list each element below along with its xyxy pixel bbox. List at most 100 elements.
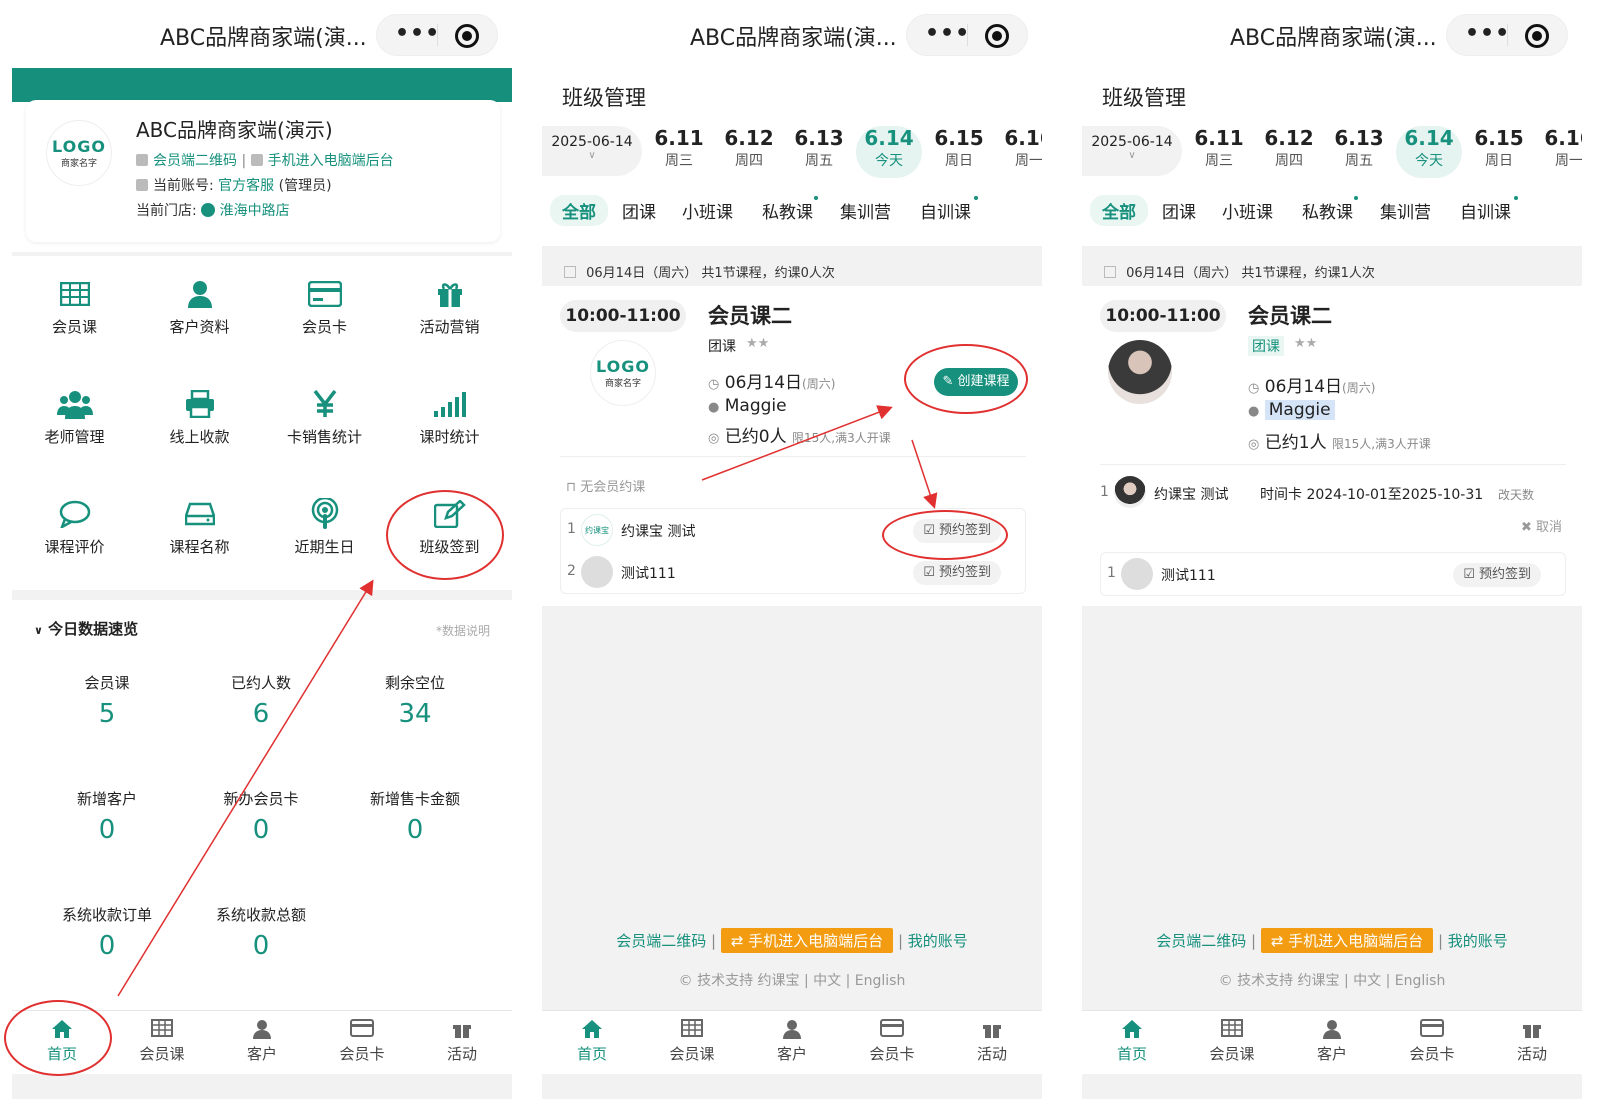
- member-qr-link[interactable]: 会员端二维码: [1156, 932, 1246, 950]
- menu-item-8[interactable]: 课程评价: [12, 498, 137, 557]
- menu-item-10[interactable]: 近期生日: [262, 498, 387, 557]
- cancel-button[interactable]: ✖ 取消: [1521, 516, 1562, 535]
- category-tab-5[interactable]: 自训课: [1460, 198, 1511, 223]
- stats-note-link[interactable]: *数据说明: [436, 622, 490, 639]
- more-icon[interactable]: •••: [1465, 21, 1510, 46]
- category-tab-0[interactable]: 全部: [550, 195, 608, 226]
- day-3[interactable]: 6.14 今天: [1396, 126, 1462, 178]
- lang-zh[interactable]: 中文: [1353, 973, 1381, 989]
- login-icon: [250, 154, 263, 166]
- day-summary: 06月14日（周六） 共1节课程，约课0人次: [564, 262, 835, 281]
- tab-4[interactable]: 活动: [1482, 1011, 1582, 1074]
- chevron-down-icon: ∨: [588, 150, 596, 161]
- day-2[interactable]: 6.13 周五: [1326, 126, 1392, 178]
- category-tab-3[interactable]: 私教课: [1302, 198, 1353, 223]
- menu-item-5[interactable]: 线上收款: [137, 388, 262, 447]
- stat-label: 新办会员卡: [223, 790, 299, 808]
- store-selector[interactable]: 淮海中路店: [201, 203, 290, 219]
- group-icon: [12, 388, 137, 420]
- mini-program-capsule[interactable]: •••: [376, 14, 498, 56]
- stat-item: 系统收款订单 0: [27, 904, 187, 961]
- my-account-link[interactable]: 我的账号: [908, 932, 968, 950]
- category-tab-5[interactable]: 自训课: [920, 198, 971, 223]
- tab-3[interactable]: 会员卡: [842, 1011, 942, 1074]
- date-picker[interactable]: 2025-06-14 ∨: [1082, 126, 1182, 176]
- category-tab-0[interactable]: 全部: [1090, 195, 1148, 226]
- close-target-icon[interactable]: [985, 24, 1009, 48]
- member-qr-link[interactable]: 会员端二维码: [616, 932, 706, 950]
- menu-item-6[interactable]: 卡销售统计: [262, 388, 387, 447]
- day-4[interactable]: 6.15 周日: [1466, 126, 1532, 178]
- pc-backend-button[interactable]: ⇄ 手机进入电脑端后台: [1260, 928, 1434, 953]
- tab-1[interactable]: 会员课: [1182, 1011, 1282, 1074]
- more-icon[interactable]: •••: [925, 21, 970, 46]
- member-qr-link[interactable]: 会员端二维码: [153, 153, 237, 169]
- user-icon: [1282, 1019, 1382, 1041]
- day-5[interactable]: 6.16 周一: [1536, 126, 1582, 178]
- change-days-link[interactable]: 改天数: [1498, 486, 1534, 503]
- tab-1[interactable]: 会员课: [112, 1011, 212, 1074]
- category-tab-3[interactable]: 私教课: [762, 198, 813, 223]
- tab-3[interactable]: 会员卡: [1382, 1011, 1482, 1074]
- card-icon: [262, 278, 387, 310]
- mini-program-capsule[interactable]: •••: [1446, 14, 1568, 56]
- checkin-button[interactable]: ☑ 预约签到: [913, 561, 1001, 585]
- tab-0[interactable]: 首页: [1082, 1011, 1182, 1074]
- more-icon[interactable]: •••: [395, 21, 440, 46]
- my-account-link[interactable]: 我的账号: [1448, 932, 1508, 950]
- lang-en[interactable]: English: [855, 973, 906, 989]
- day-2[interactable]: 6.13 周五: [786, 126, 852, 178]
- rating-stars: ★★: [746, 336, 770, 351]
- day-0[interactable]: 6.11 周三: [1186, 126, 1252, 178]
- stat-value: 0: [98, 815, 116, 845]
- day-3[interactable]: 6.14 今天: [856, 126, 922, 178]
- tab-3[interactable]: 会员卡: [312, 1011, 412, 1074]
- day-5[interactable]: 6.16 周一: [996, 126, 1042, 178]
- pc-backend-button[interactable]: ⇄ 手机进入电脑端后台: [720, 928, 894, 953]
- course-teacher: ● Maggie: [1248, 400, 1335, 420]
- menu-item-9[interactable]: 课程名称: [137, 498, 262, 557]
- day-0[interactable]: 6.11 周三: [646, 126, 712, 178]
- account-name[interactable]: 官方客服: [218, 178, 274, 194]
- course-logo: LOGO 商家名字: [590, 340, 656, 406]
- new-indicator-dot: [1354, 196, 1358, 200]
- category-tab-2[interactable]: 小班课: [1222, 198, 1273, 223]
- stats-title[interactable]: ∨ 今日数据速览: [34, 618, 138, 639]
- tab-4[interactable]: 活动: [412, 1011, 512, 1074]
- category-tab-2[interactable]: 小班课: [682, 198, 733, 223]
- lang-en[interactable]: English: [1395, 973, 1446, 989]
- tab-label: 会员卡: [1409, 1045, 1455, 1063]
- chevron-down-icon: ∨: [34, 624, 43, 637]
- date-picker[interactable]: 2025-06-14 ∨: [542, 126, 642, 176]
- pc-backend-link[interactable]: 手机进入电脑端后台: [268, 153, 394, 169]
- course-card[interactable]: 10:00-11:00 会员课二 团课 ★★ ◷ 06月14日(周六) ● Ma…: [1082, 286, 1582, 606]
- tab-0[interactable]: 首页: [542, 1011, 642, 1074]
- day-1[interactable]: 6.12 周四: [1256, 126, 1322, 178]
- mini-program-capsule[interactable]: •••: [906, 14, 1028, 56]
- category-tab-1[interactable]: 团课: [622, 198, 656, 223]
- day-4[interactable]: 6.15 周日: [926, 126, 992, 178]
- menu-item-2[interactable]: 会员卡: [262, 278, 387, 337]
- lang-zh[interactable]: 中文: [813, 973, 841, 989]
- tab-2[interactable]: 客户: [1282, 1011, 1382, 1074]
- tab-2[interactable]: 客户: [742, 1011, 842, 1074]
- category-tab-4[interactable]: 集训营: [1380, 198, 1431, 223]
- menu-item-1[interactable]: 客户资料: [137, 278, 262, 337]
- tab-4[interactable]: 活动: [942, 1011, 1042, 1074]
- category-tab-1[interactable]: 团课: [1162, 198, 1196, 223]
- class-header: 班级管理 2025-06-14 ∨ 6.11 周三 6.12 周四 6.13 周五 6.14…: [542, 68, 1042, 246]
- day-1[interactable]: 6.12 周四: [716, 126, 782, 178]
- close-target-icon[interactable]: [455, 24, 479, 48]
- menu-item-0[interactable]: 会员课: [12, 278, 137, 337]
- close-target-icon[interactable]: [1525, 24, 1549, 48]
- tab-1[interactable]: 会员课: [642, 1011, 742, 1074]
- menu-item-3[interactable]: 活动营销: [387, 278, 512, 337]
- menu-item-7[interactable]: 课时统计: [387, 388, 512, 447]
- stat-value: 0: [252, 931, 270, 961]
- menu-item-4[interactable]: 老师管理: [12, 388, 137, 447]
- tab-2[interactable]: 客户: [212, 1011, 312, 1074]
- checkin-button[interactable]: ☑ 预约签到: [1453, 563, 1541, 587]
- menu-label: 课程名称: [169, 538, 230, 556]
- day-weekday: 周五: [1345, 153, 1373, 169]
- category-tab-4[interactable]: 集训营: [840, 198, 891, 223]
